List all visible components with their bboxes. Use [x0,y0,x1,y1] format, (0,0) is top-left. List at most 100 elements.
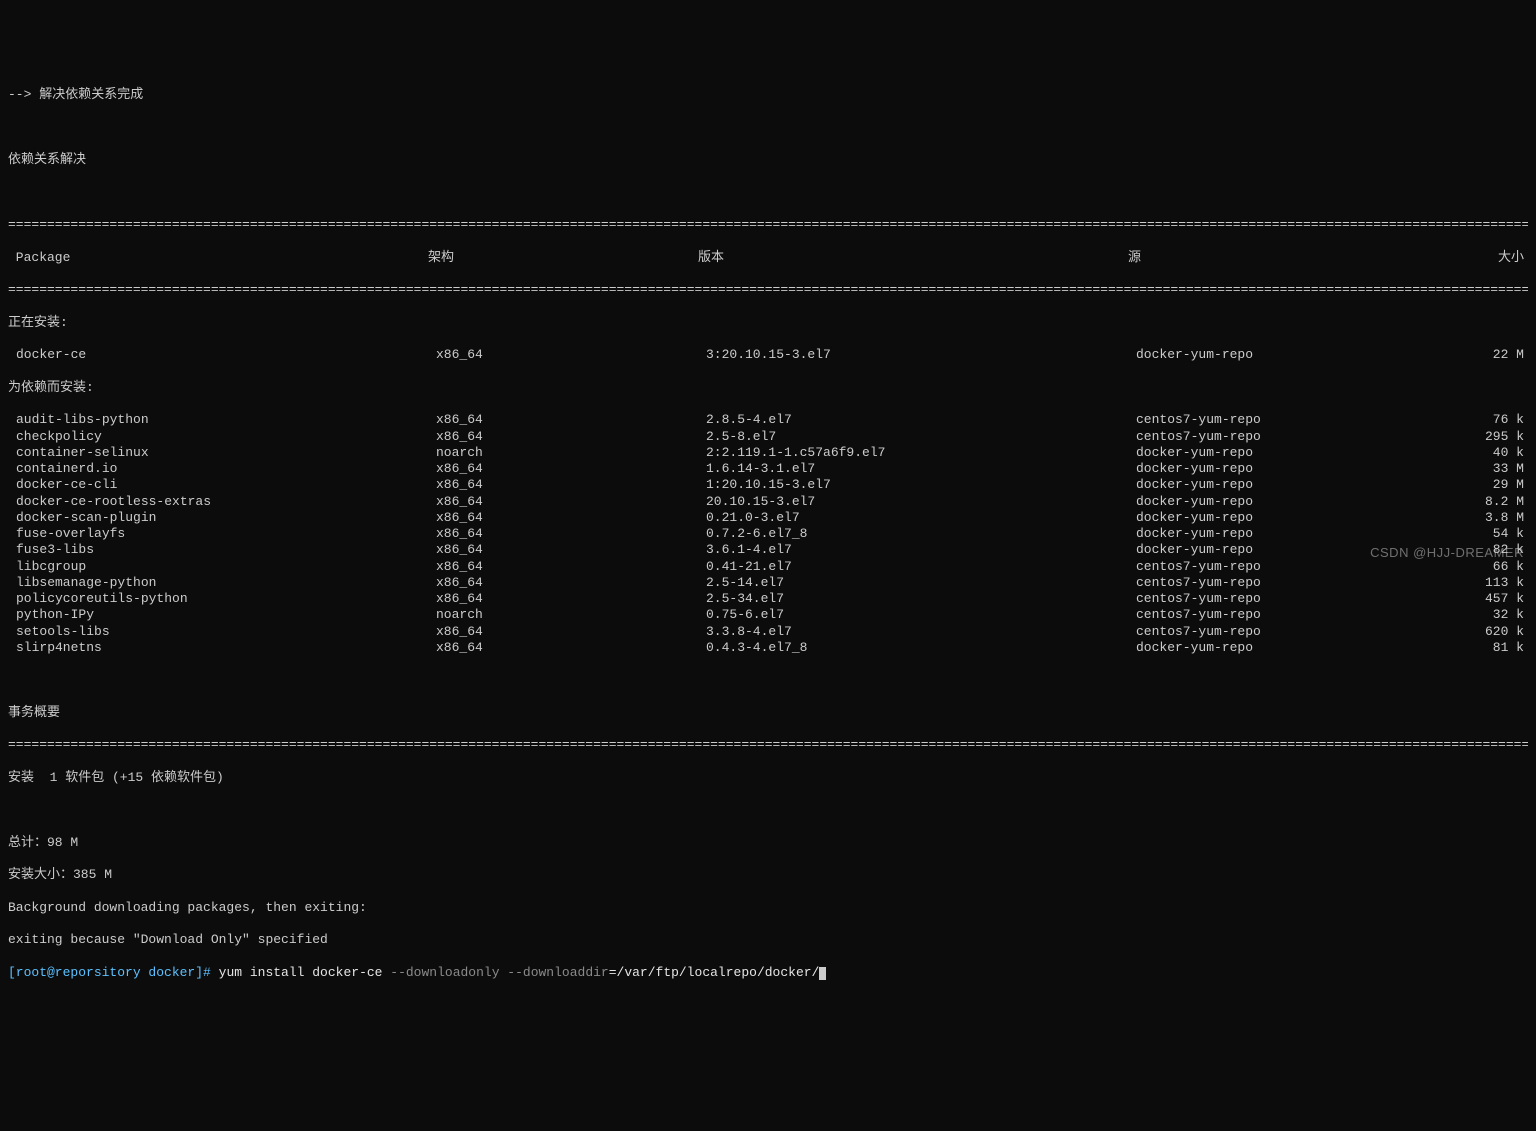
pkg-arch: x86_64 [436,347,706,363]
summary-title: 事务概要 [8,705,1528,721]
pkg-repo: docker-yum-repo [1136,461,1396,477]
terminal-output[interactable]: --> 解决依赖关系完成 依赖关系解决 ====================… [8,71,1528,997]
pkg-name: docker-ce-cli [8,477,436,493]
pkg-arch: noarch [436,607,706,623]
header-size: 大小 [1388,250,1528,266]
table-row: docker-ce-clix86_641:20.10.15-3.el7docke… [8,477,1528,493]
pkg-arch: noarch [436,445,706,461]
pkg-name: containerd.io [8,461,436,477]
pkg-repo: centos7-yum-repo [1136,624,1396,640]
table-row: slirp4netnsx86_640.4.3-4.el7_8docker-yum… [8,640,1528,656]
table-row: fuse-overlayfsx86_640.7.2-6.el7_8docker-… [8,526,1528,542]
header-arch: 架构 [428,250,698,266]
pkg-size: 81 k [1396,640,1528,656]
install-line: 安装 1 软件包 (+15 依赖软件包) [8,770,1528,786]
section-deps: 为依赖而安装: [8,380,1528,396]
pkg-arch: x86_64 [436,640,706,656]
pkg-arch: x86_64 [436,461,706,477]
pkg-version: 20.10.15-3.el7 [706,494,1136,510]
pkg-size: 54 k [1396,526,1528,542]
table-row: setools-libsx86_643.3.8-4.el7centos7-yum… [8,624,1528,640]
pkg-name: setools-libs [8,624,436,640]
pkg-repo: docker-yum-repo [1136,347,1396,363]
pkg-arch: x86_64 [436,591,706,607]
pkg-name: checkpolicy [8,429,436,445]
header-repo: 源 [1128,250,1388,266]
pkg-size: 295 k [1396,429,1528,445]
blank-line [8,185,1528,201]
watermark: CSDN @HJJ-DREAMER [1370,545,1524,561]
pkg-arch: x86_64 [436,412,706,428]
pkg-version: 2.5-34.el7 [706,591,1136,607]
pkg-arch: x86_64 [436,477,706,493]
rule-line: ========================================… [8,217,1528,233]
pkg-repo: docker-yum-repo [1136,526,1396,542]
table-row: libsemanage-pythonx86_642.5-14.el7centos… [8,575,1528,591]
shell-option: --downloadonly --downloaddir [390,965,608,980]
pkg-version: 2.5-8.el7 [706,429,1136,445]
pkg-repo: docker-yum-repo [1136,510,1396,526]
pkg-repo: centos7-yum-repo [1136,591,1396,607]
pkg-version: 2.5-14.el7 [706,575,1136,591]
pkg-repo: centos7-yum-repo [1136,429,1396,445]
dep-resolve-done: --> 解决依赖关系完成 [8,87,1528,103]
section-installing: 正在安装: [8,315,1528,331]
table-row: container-selinuxnoarch2:2.119.1-1.c57a6… [8,445,1528,461]
pkg-size: 29 M [1396,477,1528,493]
pkg-repo: docker-yum-repo [1136,640,1396,656]
pkg-name: fuse3-libs [8,542,436,558]
pkg-version: 0.7.2-6.el7_8 [706,526,1136,542]
table-row: fuse3-libsx86_643.6.1-4.el7docker-yum-re… [8,542,1528,558]
pkg-size: 620 k [1396,624,1528,640]
blank-line [8,120,1528,136]
pkg-size: 3.8 M [1396,510,1528,526]
pkg-arch: x86_64 [436,510,706,526]
table-row: checkpolicyx86_642.5-8.el7centos7-yum-re… [8,429,1528,445]
rule-line: ========================================… [8,737,1528,753]
shell-prompt-line[interactable]: [root@reporsitory docker]# yum install d… [8,965,1528,981]
header-version: 版本 [698,250,1128,266]
pkg-name: container-selinux [8,445,436,461]
rule-line: ========================================… [8,282,1528,298]
table-row: containerd.iox86_641.6.14-3.1.el7docker-… [8,461,1528,477]
pkg-name: docker-ce-rootless-extras [8,494,436,510]
bg-download-msg: Background downloading packages, then ex… [8,900,1528,916]
pkg-size: 40 k [1396,445,1528,461]
pkg-repo: docker-yum-repo [1136,494,1396,510]
pkg-size: 32 k [1396,607,1528,623]
pkg-size: 22 M [1396,347,1528,363]
pkg-version: 3:20.10.15-3.el7 [706,347,1136,363]
pkg-arch: x86_64 [436,624,706,640]
pkg-name: slirp4netns [8,640,436,656]
table-row: audit-libs-pythonx86_642.8.5-4.el7centos… [8,412,1528,428]
pkg-size: 8.2 M [1396,494,1528,510]
shell-command: yum install docker-ce [219,965,391,980]
table-header-row: Package 架构 版本 源 大小 [8,250,1528,266]
table-row: docker-ce-rootless-extrasx86_6420.10.15-… [8,494,1528,510]
blank-line [8,672,1528,688]
blank-line [8,802,1528,818]
pkg-arch: x86_64 [436,526,706,542]
pkg-name: fuse-overlayfs [8,526,436,542]
pkg-version: 0.75-6.el7 [706,607,1136,623]
table-row: policycoreutils-pythonx86_642.5-34.el7ce… [8,591,1528,607]
pkg-size: 33 M [1396,461,1528,477]
pkg-version: 1.6.14-3.1.el7 [706,461,1136,477]
install-size: 安装大小：385 M [8,867,1528,883]
pkg-name: docker-scan-plugin [8,510,436,526]
table-row: python-IPynoarch0.75-6.el7centos7-yum-re… [8,607,1528,623]
table-row: docker-ce x86_64 3:20.10.15-3.el7 docker… [8,347,1528,363]
pkg-repo: centos7-yum-repo [1136,575,1396,591]
pkg-version: 0.21.0-3.el7 [706,510,1136,526]
pkg-version: 1:20.10.15-3.el7 [706,477,1136,493]
pkg-version: 2.8.5-4.el7 [706,412,1136,428]
pkg-name: policycoreutils-python [8,591,436,607]
pkg-version: 3.3.8-4.el7 [706,624,1136,640]
pkg-arch: x86_64 [436,429,706,445]
download-only-msg: exiting because "Download Only" specifie… [8,932,1528,948]
pkg-repo: docker-yum-repo [1136,477,1396,493]
pkg-repo: docker-yum-repo [1136,542,1396,558]
pkg-arch: x86_64 [436,575,706,591]
pkg-name: audit-libs-python [8,412,436,428]
dep-resolved: 依赖关系解决 [8,152,1528,168]
